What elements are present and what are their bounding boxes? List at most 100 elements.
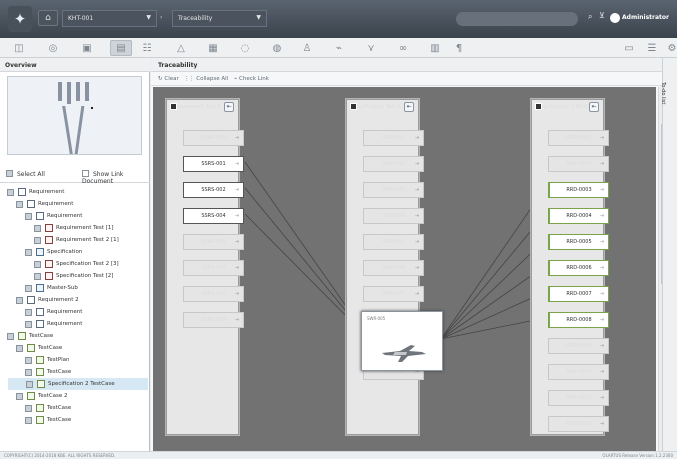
- link-icon[interactable]: ⇥: [235, 317, 239, 323]
- overview-minimap[interactable]: [7, 76, 142, 155]
- link-icon[interactable]: ⇥: [235, 213, 239, 219]
- trace-node[interactable]: RRD-0011 ⇥: [548, 390, 609, 406]
- column-toggle-icon[interactable]: [535, 103, 542, 110]
- link-icon[interactable]: ∞: [392, 40, 414, 56]
- logo-icon[interactable]: ✦: [8, 6, 32, 32]
- settings-icon[interactable]: ▭: [618, 40, 640, 56]
- link-icon[interactable]: ⇥: [600, 291, 604, 297]
- person-icon[interactable]: ♙: [296, 40, 318, 56]
- tree-item[interactable]: Requirement: [16, 198, 73, 210]
- tree-item[interactable]: TestCase: [7, 330, 53, 342]
- tree-checkbox-icon[interactable]: [25, 320, 32, 328]
- link-icon[interactable]: ⇥: [415, 291, 419, 297]
- link-icon[interactable]: ⇥: [600, 213, 604, 219]
- tree-item[interactable]: TestCase: [25, 414, 71, 426]
- tree-item[interactable]: TestCase: [25, 402, 71, 414]
- tree-item[interactable]: Specification 2 TestCase: [8, 378, 148, 390]
- export-icon[interactable]: ⇤: [404, 102, 414, 112]
- tree-checkbox-icon[interactable]: [34, 272, 41, 280]
- collapse-icon[interactable]: ⋮⋮: [184, 76, 195, 82]
- trace-node[interactable]: SSRS-007 ⇥: [183, 260, 244, 276]
- filter-icon[interactable]: ⊻: [599, 11, 605, 20]
- tree-item[interactable]: Requirement: [25, 306, 82, 318]
- link-icon[interactable]: ⇥: [415, 239, 419, 245]
- list-icon[interactable]: ☷: [136, 40, 158, 56]
- link-icon[interactable]: ⇥: [600, 161, 604, 167]
- trace-node[interactable]: _SSRS-9506 ⇥: [183, 130, 244, 146]
- tree-checkbox-icon[interactable]: [25, 356, 32, 364]
- link-icon[interactable]: ⇥: [235, 161, 239, 167]
- search-input[interactable]: [456, 12, 578, 26]
- network-icon[interactable]: ⌁: [328, 40, 350, 56]
- tree-item[interactable]: Requirement Test 2 [1]: [34, 234, 119, 246]
- tree-checkbox-icon[interactable]: [7, 332, 14, 340]
- trace-node[interactable]: RRD-0007 ⇥: [548, 286, 609, 302]
- tree-item[interactable]: TestCase 2: [16, 390, 68, 402]
- link-icon[interactable]: ⇥: [600, 317, 604, 323]
- tree-checkbox-icon[interactable]: [34, 224, 41, 232]
- check-link-button[interactable]: Check Link: [239, 76, 269, 82]
- layout-icon[interactable]: ▤: [110, 40, 132, 56]
- close-icon[interactable]: ⚙: [661, 40, 677, 56]
- tree-checkbox-icon[interactable]: [34, 260, 41, 268]
- tree-checkbox-icon[interactable]: [16, 296, 23, 304]
- link-icon[interactable]: ⇥: [600, 265, 604, 271]
- trace-node[interactable]: RRD-0003 ⇥: [548, 182, 609, 198]
- tree-checkbox-icon[interactable]: [34, 236, 41, 244]
- trace-node[interactable]: SWR-002 ⇥: [363, 156, 424, 172]
- link-icon[interactable]: ⇥: [415, 265, 419, 271]
- link-icon[interactable]: ⇥: [600, 239, 604, 245]
- compass-icon[interactable]: ◎: [42, 40, 64, 56]
- featured-document-card[interactable]: SWR-005: [361, 311, 443, 371]
- column-toggle-icon[interactable]: [170, 103, 177, 110]
- triangle-icon[interactable]: △: [170, 40, 192, 56]
- trace-node[interactable]: SSRS-008 ⇥: [183, 286, 244, 302]
- chart-icon[interactable]: ◫: [8, 40, 30, 56]
- trace-node[interactable]: RRD-0001 ⇥: [548, 130, 609, 146]
- trace-node[interactable]: RRD-0005 ⇥: [548, 234, 609, 250]
- link-icon[interactable]: ⇥: [600, 187, 604, 193]
- tree-checkbox-icon[interactable]: [25, 308, 32, 316]
- trace-canvas[interactable]: Requirement Test 2 ⇤ _SSRS-9506 ⇥ SSRS-001 ⇥ S…: [153, 87, 656, 459]
- link-icon[interactable]: ⇥: [600, 369, 604, 375]
- user-name[interactable]: Administrator: [622, 14, 669, 21]
- trace-node[interactable]: SWR-006 ⇥: [363, 260, 424, 276]
- text-icon[interactable]: ¶: [448, 40, 470, 56]
- link-icon[interactable]: ⇥: [415, 187, 419, 193]
- export-icon[interactable]: ⇤: [224, 102, 234, 112]
- tree-checkbox-icon[interactable]: [25, 284, 32, 292]
- home-icon[interactable]: ⌂: [38, 10, 58, 26]
- link-icon[interactable]: ⇥: [600, 343, 604, 349]
- tree-item[interactable]: TestPlan: [25, 354, 70, 366]
- select-all-checkbox[interactable]: Select All: [6, 170, 45, 178]
- tree-checkbox-icon[interactable]: [25, 248, 32, 256]
- tree-checkbox-icon[interactable]: [25, 416, 32, 424]
- trace-node[interactable]: SSRS-006 ⇥: [183, 234, 244, 250]
- collapse-all-button[interactable]: Collapse All: [196, 76, 228, 82]
- tree-checkbox-icon[interactable]: [25, 404, 32, 412]
- trace-node[interactable]: SSRS-009 ⇥: [183, 312, 244, 328]
- trace-node[interactable]: RRD-0008 ⇥: [548, 312, 609, 328]
- tree-item[interactable]: TestCase: [25, 366, 71, 378]
- tree-item[interactable]: Requirement Test [1]: [34, 222, 114, 234]
- link-icon[interactable]: ⇥: [235, 239, 239, 245]
- trace-node[interactable]: SSRS-002 ⇥: [183, 182, 244, 198]
- trace-node[interactable]: SWR-007 ⇥: [363, 286, 424, 302]
- tree-checkbox-icon[interactable]: [25, 212, 32, 220]
- export-icon[interactable]: ⇤: [589, 102, 599, 112]
- check-link-icon[interactable]: ⌁: [234, 76, 237, 82]
- column-toggle-icon[interactable]: [350, 103, 357, 110]
- tree-checkbox-icon[interactable]: [16, 200, 23, 208]
- tree-item[interactable]: Specification Test 2 [3]: [34, 258, 119, 270]
- tree-item[interactable]: Specification Test [2]: [34, 270, 113, 282]
- trace-node[interactable]: RRD-0004 ⇥: [548, 208, 609, 224]
- chat-icon[interactable]: ◍: [266, 40, 288, 56]
- link-icon[interactable]: ⇥: [235, 265, 239, 271]
- trace-node[interactable]: RRD-0002 ⇥: [548, 156, 609, 172]
- link-icon[interactable]: ⇥: [600, 421, 604, 427]
- trace-node[interactable]: RRD-0006 ⇥: [548, 260, 609, 276]
- tree-item[interactable]: Requirement: [25, 210, 82, 222]
- trace-node[interactable]: SSRS-004 ⇥: [183, 208, 244, 224]
- document-select[interactable]: KHT-001 ▼: [62, 10, 157, 27]
- trace-node[interactable]: SWR-004 ⇥: [363, 208, 424, 224]
